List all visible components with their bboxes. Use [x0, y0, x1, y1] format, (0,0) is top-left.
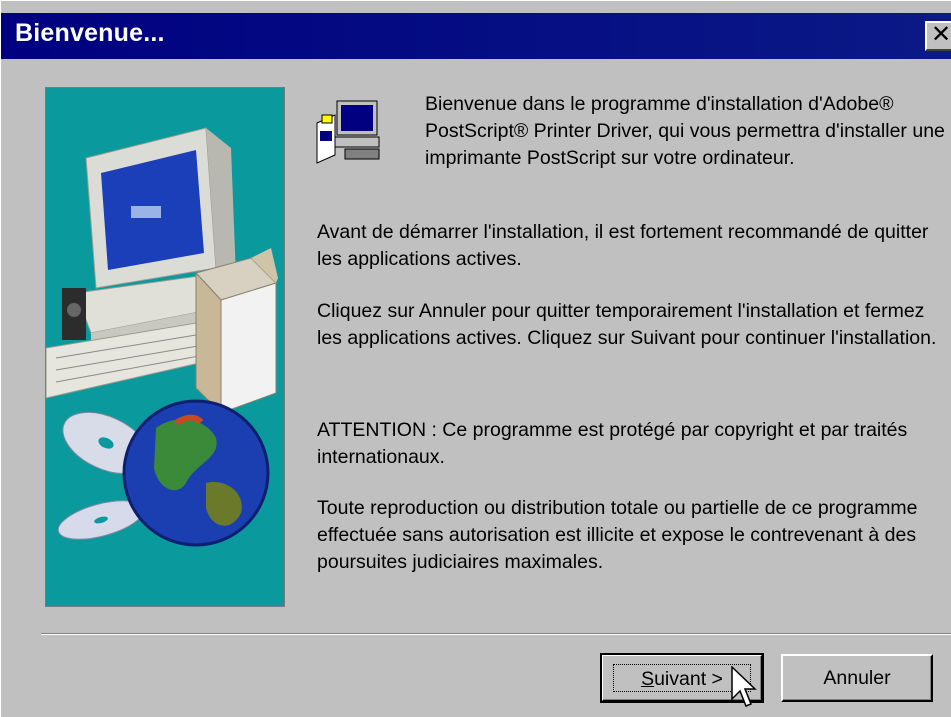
window-title: Bienvenue... — [15, 19, 165, 47]
next-label: uivant > — [654, 668, 723, 690]
computer-cd-globe-illustration — [46, 127, 278, 547]
recommendation-text: Avant de démarrer l'installation, il est… — [317, 221, 929, 270]
mnemonic-s: S — [641, 668, 655, 690]
separator — [41, 633, 951, 635]
close-button[interactable]: ✕ — [925, 21, 951, 51]
cancel-button[interactable]: Annuler — [781, 654, 933, 702]
computer-setup-icon — [313, 97, 385, 169]
setup-dialog: Bienvenue... ✕ Bienvenue dans le program… — [0, 0, 951, 717]
close-icon: ✕ — [931, 21, 951, 48]
mouse-pointer-icon — [731, 666, 757, 707]
cancel-label: Annuler — [823, 667, 891, 689]
copyright-warning-text: ATTENTION : Ce programme est protégé par… — [317, 419, 908, 468]
side-illustration — [45, 87, 285, 607]
legal-notice-text: Toute reproduction ou distribution total… — [317, 497, 918, 573]
title-bar[interactable]: Bienvenue... ✕ — [1, 13, 951, 59]
instructions-text: Cliquez sur Annuler pour quitter tempora… — [317, 300, 937, 349]
intro-text: Bienvenue dans le programme d'installati… — [425, 93, 945, 169]
